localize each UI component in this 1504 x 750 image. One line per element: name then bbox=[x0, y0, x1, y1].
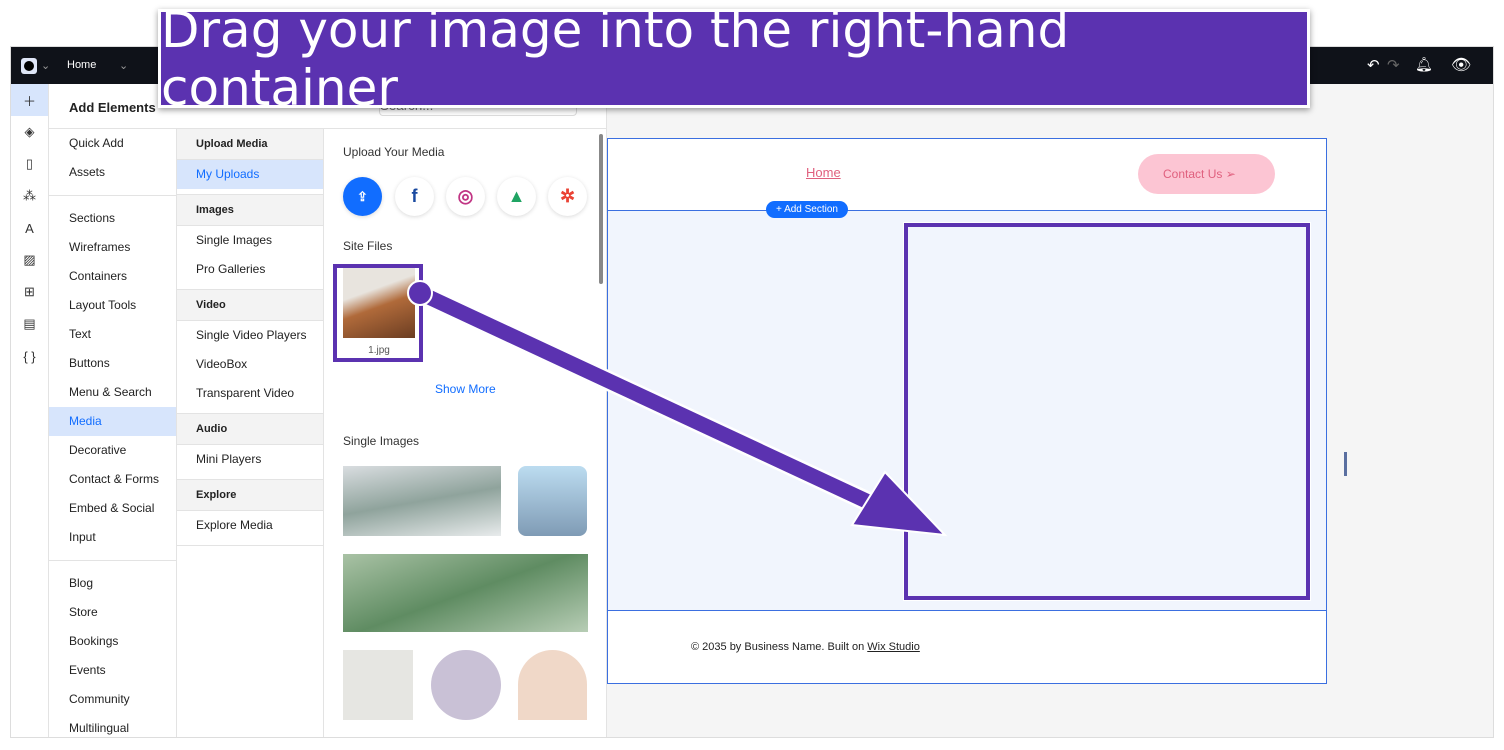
instruction-banner: Drag your image into the right-hand cont… bbox=[158, 1, 1310, 117]
